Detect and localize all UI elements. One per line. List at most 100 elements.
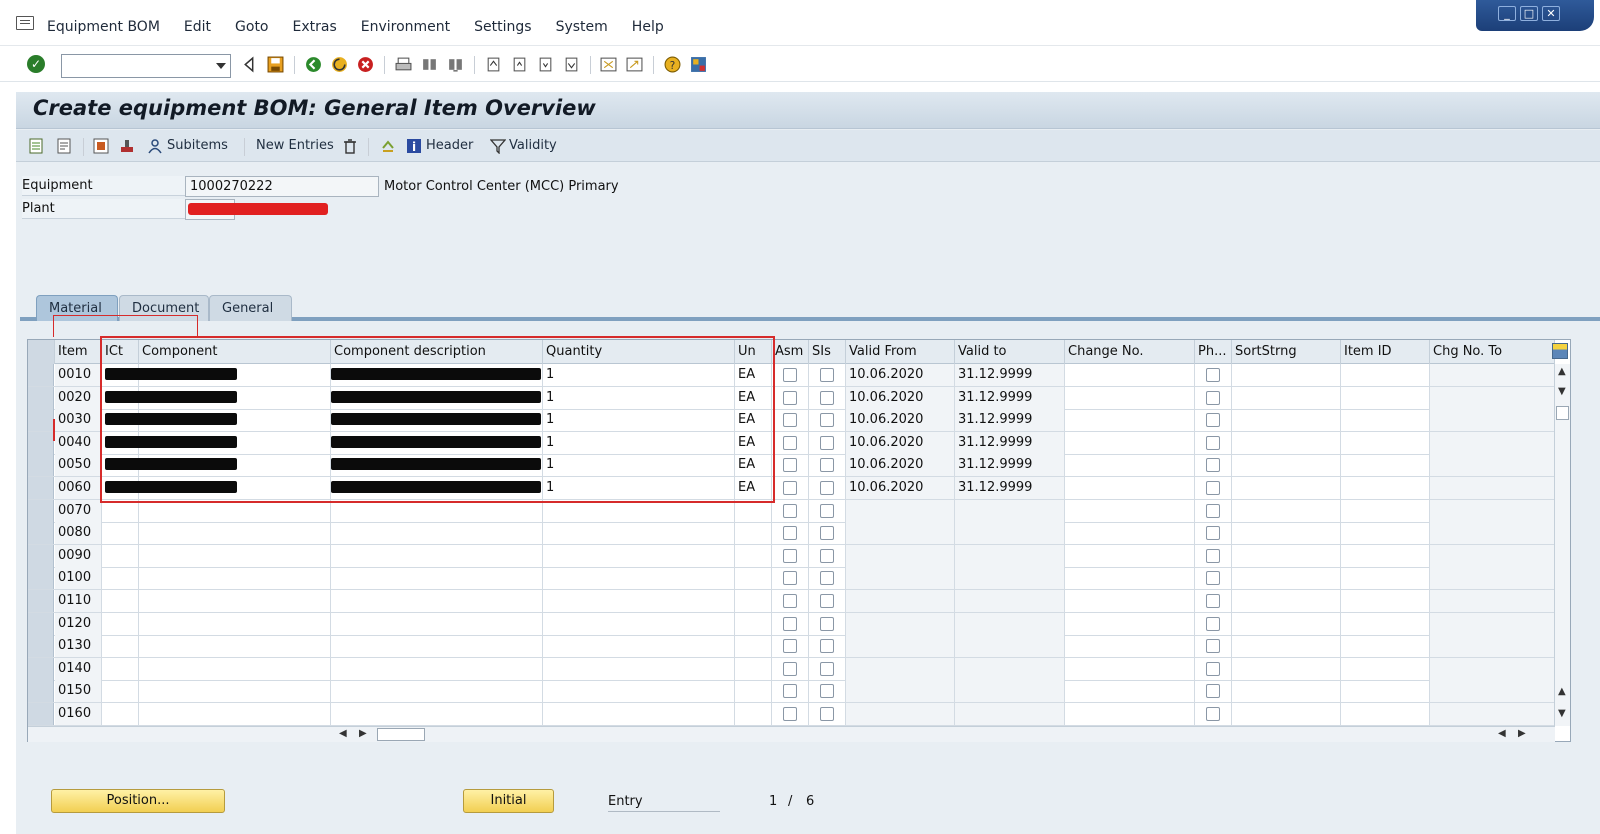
refresh-icon[interactable] [380,138,396,154]
table-cell[interactable] [139,522,331,545]
table-cell[interactable] [846,544,955,567]
table-cell[interactable] [846,567,955,590]
next-page-icon[interactable] [537,56,554,73]
table-cell[interactable] [955,567,1065,590]
table-cell[interactable] [1430,431,1555,454]
checkbox[interactable] [1205,548,1220,563]
checkbox[interactable] [782,684,797,699]
table-cell[interactable] [1430,364,1555,386]
table-cell[interactable] [1341,657,1430,680]
find-icon[interactable] [421,56,438,73]
previous-screen-icon[interactable] [28,138,44,154]
table-cell[interactable] [1232,657,1341,680]
table-cell[interactable] [1232,635,1341,658]
table-cell[interactable] [1195,499,1232,522]
table-cell[interactable] [772,612,809,635]
column-header-item[interactable]: Item [55,340,102,364]
table-cell[interactable] [1195,454,1232,477]
table-cell[interactable] [1341,364,1430,386]
table-cell[interactable] [102,544,139,567]
checkbox[interactable] [819,481,834,495]
row-selector[interactable] [28,431,54,454]
checkbox[interactable] [782,481,797,495]
new-entries-button[interactable]: New Entries [256,138,334,153]
table-cell[interactable] [1341,680,1430,703]
table-cell[interactable] [102,680,139,703]
table-cell[interactable] [772,680,809,703]
new-session-icon[interactable] [600,56,617,73]
close-window-button[interactable]: ✕ [1542,6,1560,21]
table-cell[interactable] [955,703,1065,725]
checkbox[interactable] [1205,368,1220,382]
checkbox[interactable] [819,435,834,450]
table-cell[interactable] [331,703,543,725]
stamp-icon[interactable] [119,138,135,154]
table-cell[interactable] [772,590,809,612]
table-cell[interactable] [735,590,772,612]
table-cell[interactable] [955,680,1065,703]
table-cell[interactable] [1232,612,1341,635]
table-cell[interactable] [331,544,543,567]
table-cell[interactable] [1430,590,1555,612]
checkbox[interactable] [819,571,834,586]
scroll-up-icon[interactable]: ▲ [1558,686,1566,697]
menu-goto[interactable]: Goto [235,19,268,35]
table-cell[interactable] [543,567,735,590]
table-cell[interactable] [735,657,772,680]
minimize-button[interactable]: _ [1498,6,1516,21]
table-cell[interactable]: 31.12.9999 [955,454,1065,477]
command-input[interactable] [62,55,207,77]
next-screen-icon[interactable] [56,138,72,154]
table-cell[interactable] [772,567,809,590]
menu-edit[interactable]: Edit [184,19,211,35]
table-cell[interactable] [846,680,955,703]
table-cell[interactable] [735,522,772,545]
table-cell[interactable] [1232,590,1341,612]
checkbox[interactable] [1205,458,1220,473]
table-cell[interactable] [1232,522,1341,545]
row-selector[interactable] [28,477,54,499]
column-header-change-no[interactable]: Change No. [1065,340,1195,364]
table-cell[interactable] [772,477,809,499]
checkbox[interactable] [782,458,797,473]
menu-help[interactable]: Help [632,19,664,35]
table-cell[interactable] [1195,431,1232,454]
row-selector[interactable] [28,522,54,545]
scroll-right-icon[interactable]: ▶ [359,728,367,739]
enter-check-icon[interactable]: ✓ [27,55,45,73]
table-cell[interactable] [331,590,543,612]
column-header-valid-to[interactable]: Valid to [955,340,1065,364]
table-cell[interactable] [1195,477,1232,499]
table-cell[interactable] [1430,409,1555,432]
table-cell[interactable] [1430,567,1555,590]
table-cell[interactable] [139,657,331,680]
table-cell[interactable]: 10.06.2020 [846,409,955,432]
checkbox[interactable] [782,413,797,428]
table-cell[interactable] [543,522,735,545]
checkbox[interactable] [819,390,834,405]
checkbox[interactable] [782,707,797,721]
table-cell[interactable] [102,522,139,545]
column-header-chg-no-to[interactable]: Chg No. To [1430,340,1555,364]
table-cell[interactable] [809,612,846,635]
command-field[interactable] [61,54,231,78]
menu-settings[interactable]: Settings [474,19,531,35]
table-cell[interactable] [1341,544,1430,567]
checkbox[interactable] [819,548,834,563]
table-cell[interactable] [1430,454,1555,477]
table-cell[interactable] [331,680,543,703]
table-cell[interactable] [1430,612,1555,635]
horizontal-scrollbar[interactable]: ◀ ▶ ◀ ▶ [28,726,1555,742]
table-cell[interactable] [331,657,543,680]
table-cell[interactable] [543,635,735,658]
table-cell[interactable] [102,567,139,590]
table-cell[interactable] [1232,431,1341,454]
table-cell[interactable]: 31.12.9999 [955,364,1065,386]
table-cell[interactable] [1341,612,1430,635]
table-cell[interactable] [1430,477,1555,499]
table-cell[interactable] [1430,703,1555,725]
table-cell[interactable] [1065,590,1195,612]
scroll-down-icon[interactable]: ▼ [1558,386,1566,397]
table-cell[interactable] [1065,499,1195,522]
scroll-thumb[interactable] [1556,406,1569,420]
